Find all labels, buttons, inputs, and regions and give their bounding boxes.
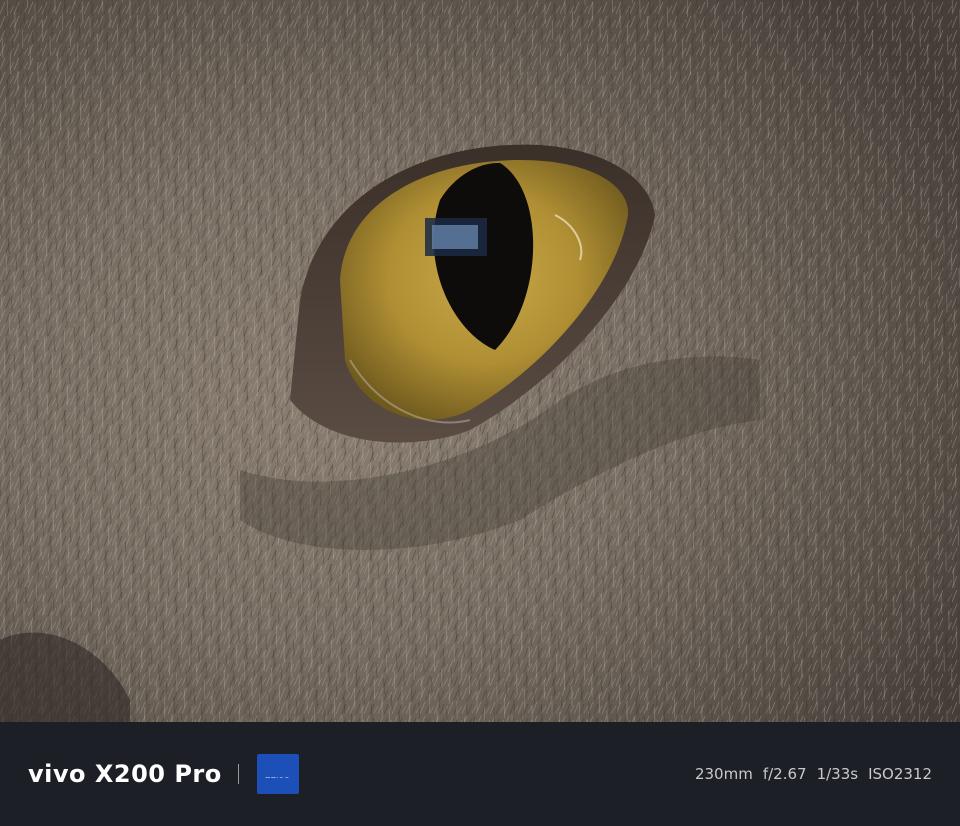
focal-length: 230mm: [694, 765, 753, 783]
pupil-reflection-inner: [432, 225, 478, 249]
device-brand: vivo X200 Pro: [28, 760, 222, 788]
exposure-specs: 230mm f/2.67 1/33s ISO2312: [695, 765, 932, 783]
camera-watermark-bar: vivo X200 Pro ZEISS 230mm f/2.67 1/33s I…: [0, 722, 960, 826]
shutter-speed: 1/33s: [816, 765, 859, 783]
zeiss-logo: ZEISS: [256, 754, 299, 794]
cat-eye-photo: [0, 0, 960, 722]
aperture: f/2.67: [762, 765, 807, 783]
watermark-divider: [237, 764, 239, 784]
zeiss-logo-text: ZEISS: [265, 768, 291, 780]
iso: ISO2312: [868, 765, 932, 783]
